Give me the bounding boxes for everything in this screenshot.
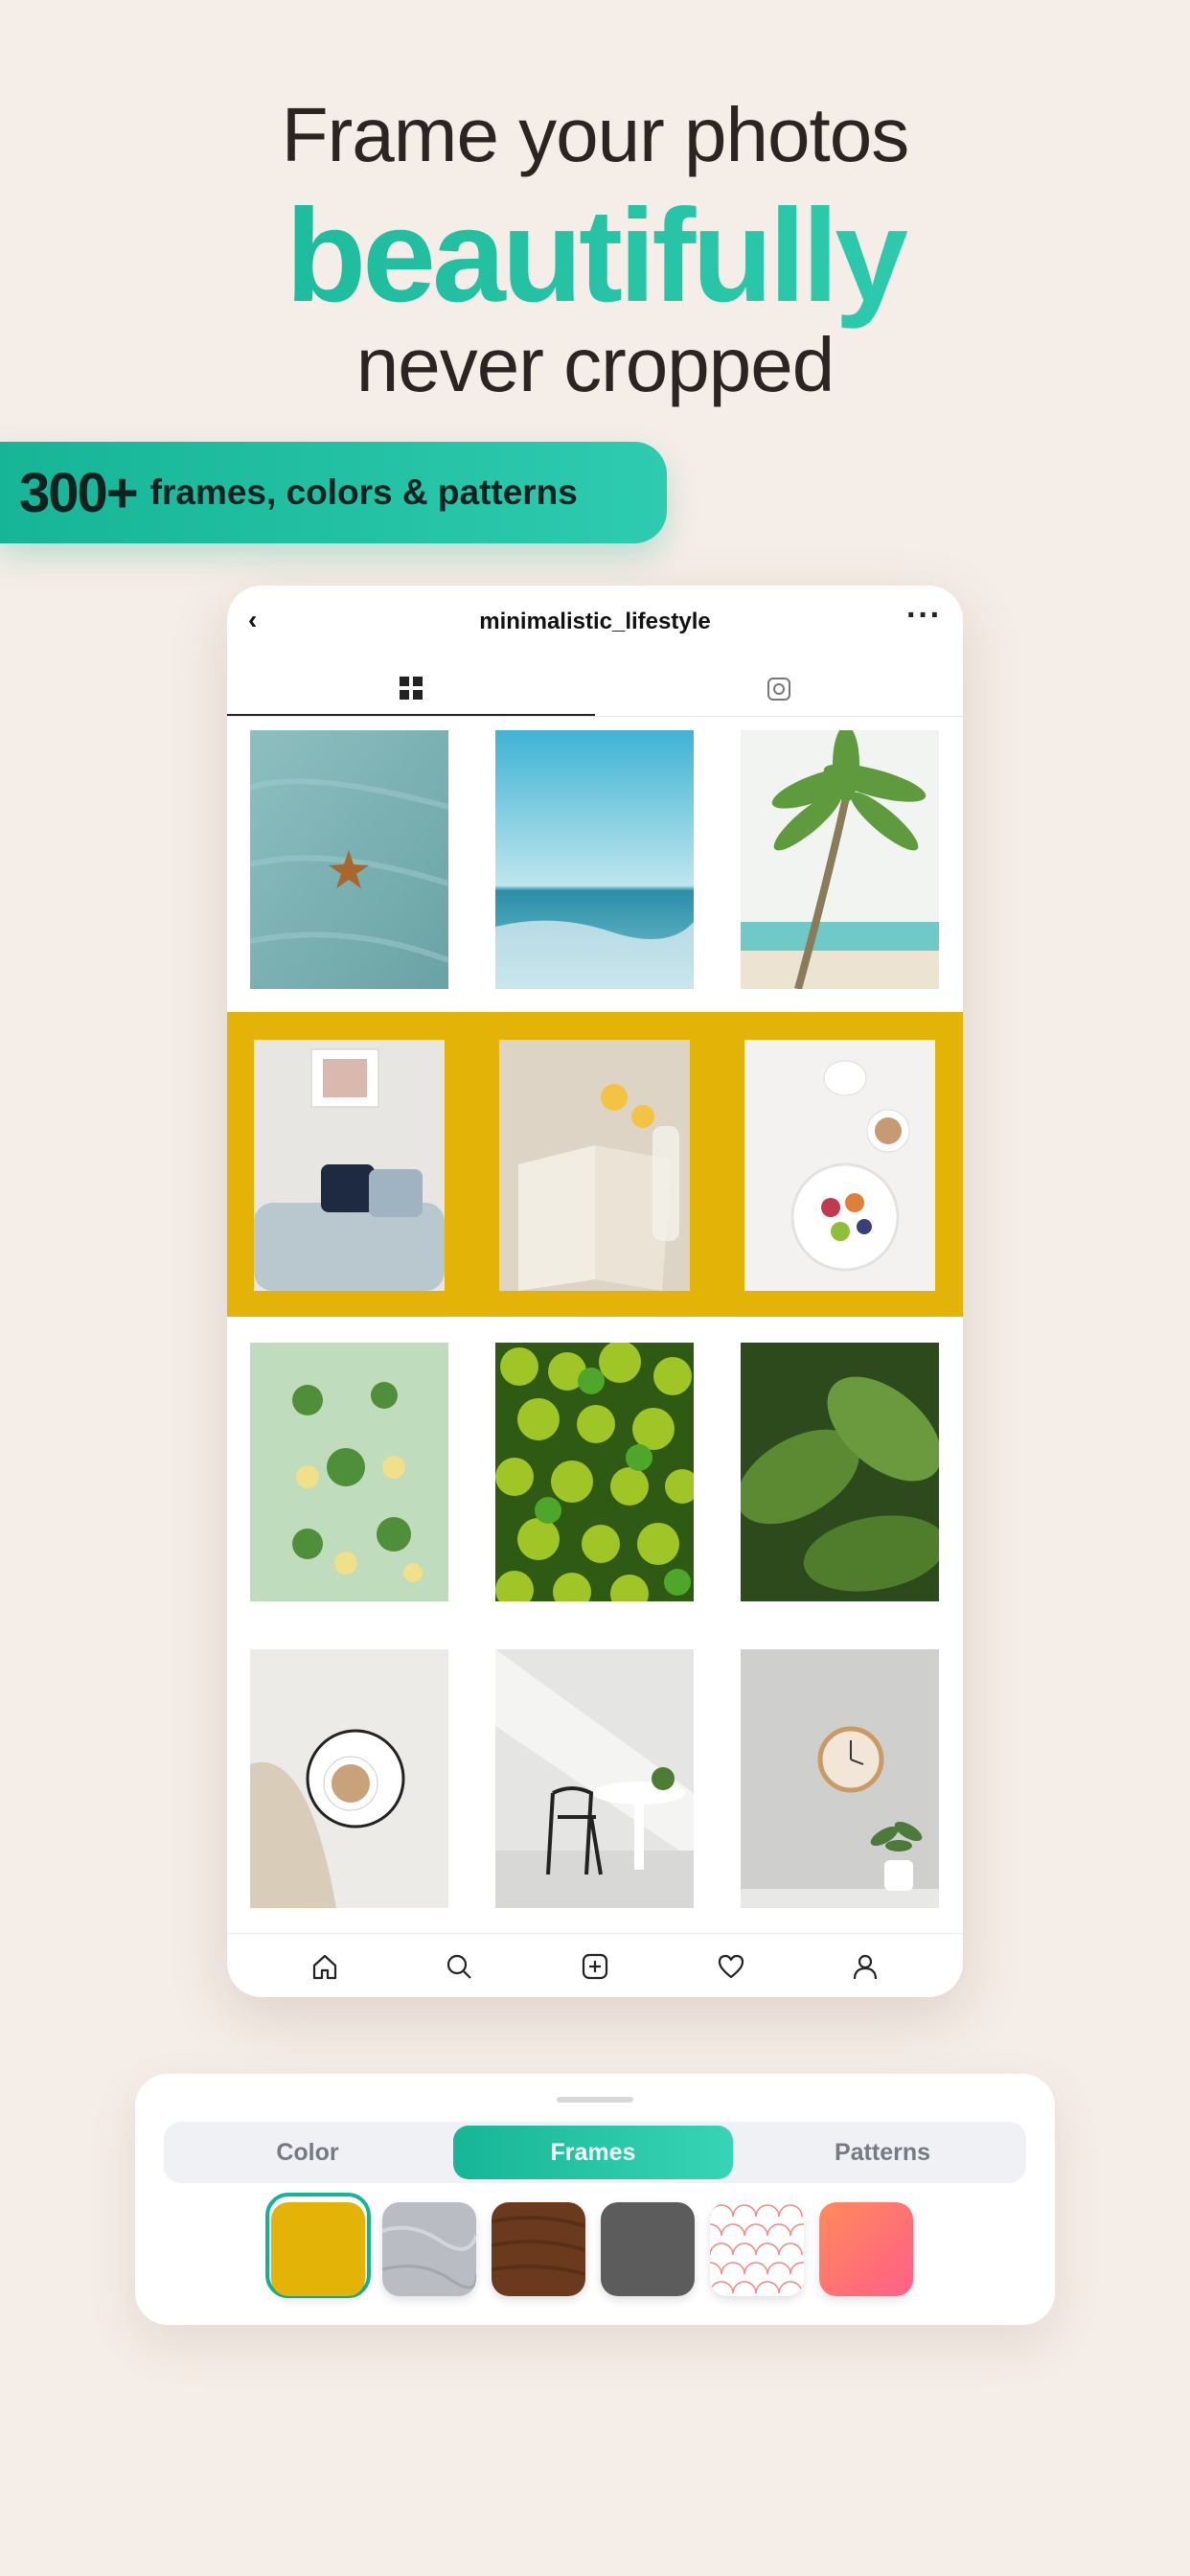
segmented-control: Color Frames Patterns: [164, 2122, 1026, 2183]
photo-tile-limes[interactable]: [495, 1343, 694, 1601]
photo-tile-starfish[interactable]: [250, 730, 448, 989]
photo-tile-leaves[interactable]: [741, 1343, 939, 1601]
photo-tile-greens[interactable]: [250, 1343, 448, 1601]
bottom-navigation: [227, 1933, 963, 1997]
photo-tile-book[interactable]: [499, 1040, 690, 1291]
add-post-icon[interactable]: [578, 1949, 612, 1984]
frame-picker-sheet: Color Frames Patterns: [135, 2074, 1055, 2325]
photo-tile-clock[interactable]: [741, 1649, 939, 1908]
swatch-scallop-pattern[interactable]: [710, 2202, 804, 2296]
photo-tile-coffee[interactable]: [250, 1649, 448, 1908]
heart-icon[interactable]: [714, 1949, 748, 1984]
swatch-coral-gradient[interactable]: [819, 2202, 913, 2296]
sheet-handle[interactable]: [557, 2097, 633, 2103]
profile-username: minimalistic_lifestyle: [479, 609, 711, 634]
profile-header: ‹ minimalistic_lifestyle ···: [227, 586, 963, 662]
tab-patterns[interactable]: Patterns: [739, 2122, 1026, 2183]
tab-color[interactable]: Color: [164, 2122, 451, 2183]
headline-line-3: never cropped: [355, 322, 835, 407]
photo-tile-chair[interactable]: [495, 1649, 694, 1908]
more-options-icon[interactable]: ···: [906, 597, 942, 634]
tab-grid[interactable]: [227, 662, 595, 716]
headline-line-1: Frame your photos: [281, 92, 909, 177]
photo-tile-palm[interactable]: [741, 730, 939, 989]
profile-icon[interactable]: [848, 1949, 882, 1984]
grid-icon: [400, 677, 423, 700]
phone-mockup: ‹ minimalistic_lifestyle ···: [227, 586, 963, 1997]
photo-tile-breakfast[interactable]: [744, 1040, 935, 1291]
headline-line-2: beautifully: [0, 180, 1190, 333]
home-icon[interactable]: [308, 1949, 342, 1984]
banner-text: frames, colors & patterns: [149, 472, 578, 512]
photo-tile-ocean[interactable]: [495, 730, 694, 989]
photo-tile-sofa[interactable]: [254, 1040, 445, 1291]
swatch-mustard[interactable]: [271, 2202, 365, 2296]
swatch-marble[interactable]: [382, 2202, 476, 2296]
feature-banner: 300+ frames, colors & patterns: [0, 442, 667, 543]
swatch-wood[interactable]: [492, 2202, 585, 2296]
swatch-charcoal[interactable]: [601, 2202, 695, 2296]
tab-frames[interactable]: Frames: [453, 2126, 733, 2179]
tagged-photo-icon: [767, 678, 790, 701]
tab-tagged[interactable]: [595, 662, 963, 716]
profile-tabs: [227, 662, 963, 717]
banner-count: 300+: [19, 461, 139, 524]
search-icon[interactable]: [442, 1949, 476, 1984]
